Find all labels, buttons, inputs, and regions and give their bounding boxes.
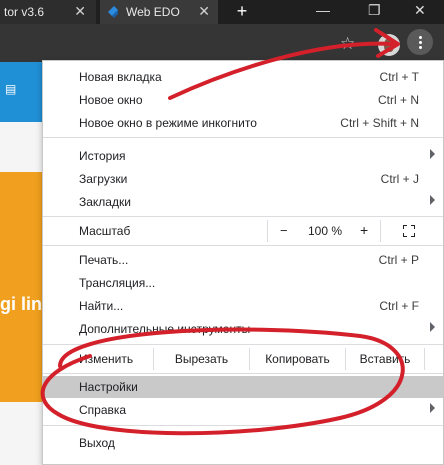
menu-item-shortcut: Ctrl + J (380, 172, 419, 186)
menu-item-new-window[interactable]: Новое окно Ctrl + N (43, 89, 443, 111)
menu-separator (43, 373, 443, 374)
menu-item-help[interactable]: Справка (43, 399, 443, 421)
zoom-label: Масштаб (79, 224, 131, 238)
menu-item-more-tools[interactable]: Дополнительные инструменты (43, 318, 443, 340)
menu-item-history[interactable]: История (43, 145, 443, 167)
menu-edit-row: Изменить Вырезать Копировать Вставить (43, 348, 443, 370)
menu-item-label: Новое окно (79, 93, 143, 107)
menu-separator (43, 137, 443, 138)
menu-item-incognito[interactable]: Новое окно в режиме инкогнито Ctrl + Shi… (43, 112, 443, 134)
menu-button[interactable] (407, 29, 433, 55)
tab-strip: tor v3.6 ✕ Web EDO ✕ + — ❐ ✕ (0, 0, 444, 24)
document-icon: ▤ (5, 82, 17, 96)
paste-button[interactable]: Вставить (345, 348, 425, 370)
close-window-icon[interactable]: ✕ (414, 2, 426, 19)
menu-item-label: Закладки (79, 195, 131, 209)
page-banner (0, 172, 42, 402)
menu-separator (43, 425, 443, 426)
toolbar: ☆ (0, 24, 444, 62)
menu-item-print[interactable]: Печать... Ctrl + P (43, 249, 443, 271)
new-tab-button[interactable]: + (232, 0, 252, 24)
menu-item-downloads[interactable]: Загрузки Ctrl + J (43, 168, 443, 190)
menu-item-shortcut: Ctrl + F (379, 299, 419, 313)
zoom-out-button[interactable]: − (280, 223, 288, 238)
menu-item-label: Новая вкладка (79, 70, 162, 84)
edo-favicon-icon (108, 6, 118, 18)
menu-item-shortcut: Ctrl + Shift + N (340, 116, 419, 130)
chrome-main-menu: Новая вкладка Ctrl + T Новое окно Ctrl +… (42, 60, 444, 465)
submenu-arrow-icon (430, 149, 435, 159)
tab-title: Web EDO (126, 5, 180, 19)
tab-title: tor v3.6 (4, 5, 45, 19)
menu-zoom-row: Масштаб − 100 % + (43, 220, 443, 242)
menu-item-label: Найти... (79, 299, 124, 313)
minimize-icon[interactable]: — (316, 2, 330, 18)
zoom-controls: − 100 % + (267, 220, 381, 242)
tab-2[interactable]: Web EDO ✕ (100, 0, 218, 24)
copy-button[interactable]: Копировать (249, 348, 345, 370)
menu-item-label: Печать... (79, 253, 129, 267)
cut-button[interactable]: Вырезать (153, 348, 249, 370)
restore-icon[interactable]: ❐ (368, 2, 381, 19)
menu-item-shortcut: Ctrl + T (379, 70, 419, 84)
menu-item-label: Новое окно в режиме инкогнито (79, 116, 257, 130)
zoom-in-button[interactable]: + (360, 222, 368, 238)
menu-item-label: Справка (79, 403, 127, 417)
menu-item-new-tab[interactable]: Новая вкладка Ctrl + T (43, 66, 443, 88)
menu-item-find[interactable]: Найти... Ctrl + F (43, 295, 443, 317)
menu-item-bookmarks[interactable]: Закладки (43, 191, 443, 213)
menu-item-label: Дополнительные инструменты (79, 322, 251, 336)
menu-separator (43, 216, 443, 217)
kebab-icon (418, 35, 422, 49)
submenu-arrow-icon (430, 403, 435, 413)
submenu-arrow-icon (430, 322, 435, 332)
close-icon[interactable]: ✕ (74, 3, 86, 20)
menu-item-label: Загрузки (79, 172, 128, 186)
menu-item-cast[interactable]: Трансляция... (43, 272, 443, 294)
avatar[interactable] (378, 34, 400, 56)
bookmark-star-icon[interactable]: ☆ (340, 34, 355, 54)
menu-item-label: Трансляция... (79, 276, 156, 290)
menu-separator (43, 245, 443, 246)
submenu-arrow-icon (430, 195, 435, 205)
close-icon[interactable]: ✕ (198, 3, 210, 20)
menu-item-label: История (79, 149, 126, 163)
menu-item-shortcut: Ctrl + N (377, 93, 419, 107)
menu-item-label: Настройки (79, 380, 138, 394)
page-header-bar: ▤ (0, 62, 42, 122)
zoom-level: 100 % (308, 224, 343, 238)
menu-item-label: Выход (79, 436, 115, 450)
tab-1[interactable]: tor v3.6 ✕ (0, 0, 96, 24)
edit-label: Изменить (79, 352, 134, 366)
menu-item-settings[interactable]: Настройки (43, 376, 443, 398)
menu-item-exit[interactable]: Выход (43, 432, 443, 454)
fullscreen-icon[interactable] (403, 225, 415, 237)
menu-separator (43, 344, 443, 345)
menu-item-shortcut: Ctrl + P (378, 253, 419, 267)
